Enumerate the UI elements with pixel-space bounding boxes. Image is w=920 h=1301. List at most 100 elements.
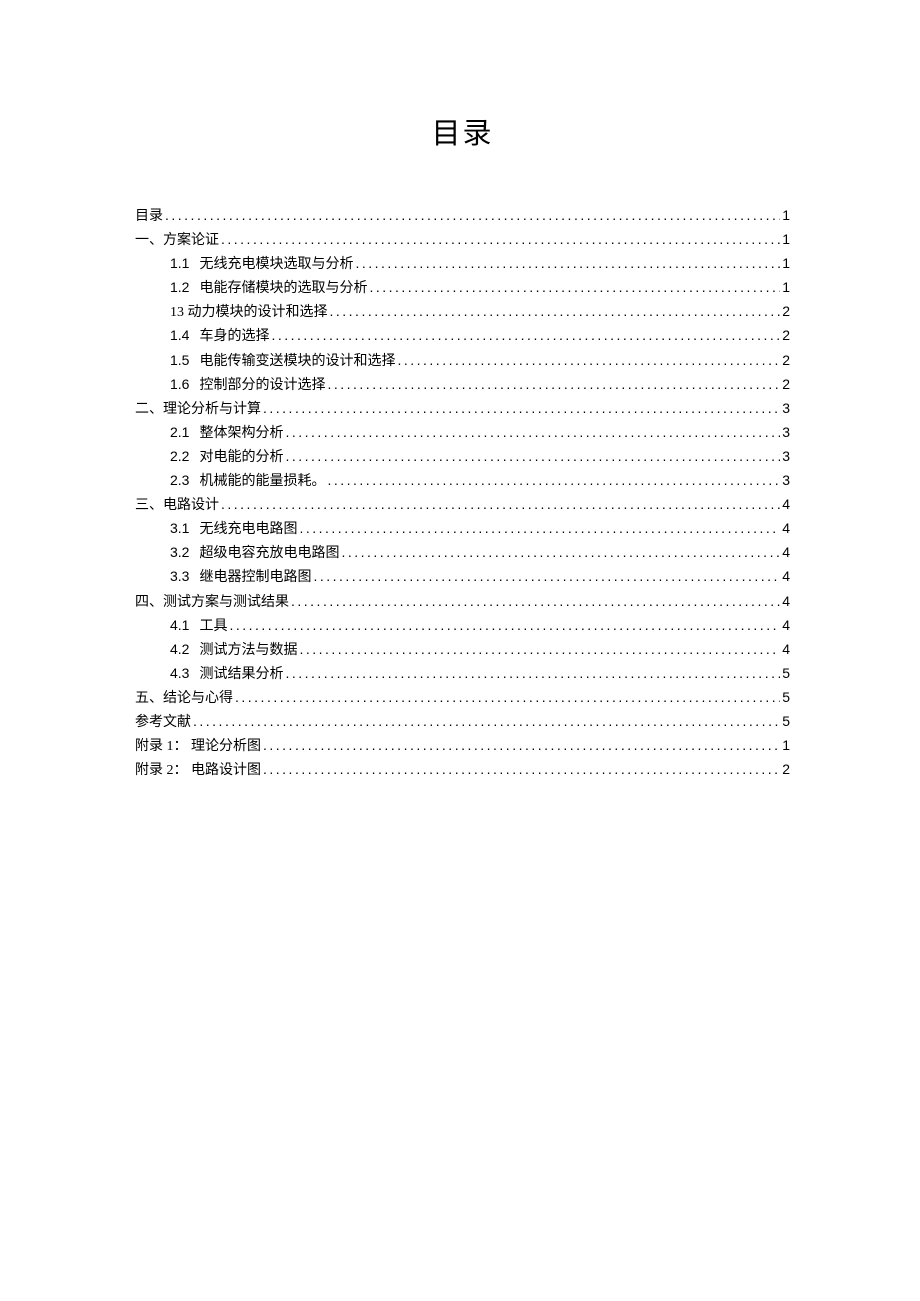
toc-entry-page: 4 [782,517,790,540]
toc-entry-number: 4.2 [170,638,189,661]
toc-entry-text: 目录 [135,205,163,228]
toc-leader-dots [263,734,780,757]
toc-leader-dots [355,252,780,275]
toc-entry-number: 2.3 [170,469,189,492]
toc-leader-dots [341,541,780,564]
toc-entry-number: 2.1 [170,421,189,444]
toc-entry-text: 三、电路设计 [135,494,219,517]
toc-entry: 2.3 机械能的能量损耗。 3 [135,469,790,493]
toc-entry: 4.2 测试方法与数据 4 [135,638,790,662]
toc-entry: 附录 2： 电路设计图 2 [135,758,790,782]
toc-entry-number: 3.3 [170,565,189,588]
toc-entry-number: 3.2 [170,541,189,564]
toc-leader-dots [221,228,780,251]
toc-entry: 3.3 继电器控制电路图 4 [135,565,790,589]
toc-entry-page: 5 [782,710,790,733]
toc-entry: 2.2 对电能的分析 3 [135,445,790,469]
toc-entry-number: 1.1 [170,252,189,275]
toc-entry-text: 控制部分的设计选择 [199,374,325,397]
toc-leader-dots [263,397,780,420]
toc-leader-dots [263,758,780,781]
toc-entry-page: 2 [782,373,790,396]
toc-leader-dots [313,565,780,588]
page-title: 目录 [135,110,790,152]
toc-entry-page: 1 [782,276,790,299]
toc-entry-text: 二、理论分析与计算 [135,398,261,421]
toc-entry-text: 工具 [199,615,227,638]
toc-entry: 四、测试方案与测试结果 4 [135,590,790,614]
toc-entry-text: 无线充电电路图 [199,518,297,541]
toc-entry-page: 1 [782,228,790,251]
toc-entry: 参考文献 5 [135,710,790,734]
toc-leader-dots [229,614,780,637]
toc-entry-page: 3 [782,445,790,468]
toc-entry-page: 2 [782,758,790,781]
toc-entry-page: 4 [782,541,790,564]
toc-entry-number: 1.5 [170,349,189,372]
toc-entry-page: 4 [782,565,790,588]
toc-leader-dots [327,373,780,396]
toc-leader-dots [291,590,780,613]
table-of-contents: 目录1一、方案论证11.1无线充电模块选取与分析11.2电能存储模块的选取与分析… [135,204,790,782]
toc-entry-text: 测试方法与数据 [199,639,297,662]
toc-entry-text: 电能存储模块的选取与分析 [199,277,367,300]
toc-entry-text: 无线充电模块选取与分析 [199,253,353,276]
toc-entry-text: 机械能的能量损耗。 [199,470,325,493]
toc-entry: 三、电路设计 4 [135,493,790,517]
toc-entry: 3.1 无线充电电路图 4 [135,517,790,541]
toc-entry-page: 4 [782,590,790,613]
toc-entry: 二、理论分析与计算 3 [135,397,790,421]
toc-entry: 附录 1： 理论分析图 1 [135,734,790,758]
toc-entry-page: 4 [782,638,790,661]
toc-entry-number: 4.1 [170,614,189,637]
toc-leader-dots [165,204,780,227]
toc-entry: 一、方案论证 1 [135,228,790,252]
toc-entry-number: 1.4 [170,324,189,347]
toc-leader-dots [369,276,780,299]
toc-entry-page: 3 [782,469,790,492]
toc-entry-number: 2.2 [170,445,189,468]
toc-leader-dots [285,662,780,685]
toc-entry-text: 13 动力模块的设计和选择 [170,301,328,324]
toc-entry-page: 3 [782,421,790,444]
toc-entry-text: 附录 1： 理论分析图 [135,735,261,758]
toc-entry-page: 2 [782,324,790,347]
toc-entry-text: 整体架构分析 [199,422,283,445]
toc-entry: 1.6 控制部分的设计选择 2 [135,373,790,397]
toc-entry: 1.2电能存储模块的选取与分析1 [135,276,790,300]
toc-leader-dots [299,517,780,540]
toc-entry-page: 3 [782,397,790,420]
toc-entry-text: 超级电容充放电电路图 [199,542,339,565]
toc-entry: 目录 1 [135,204,790,228]
toc-entry: 1.5 电能传输变送模块的设计和选择 2 [135,349,790,373]
toc-entry-number: 4.3 [170,662,189,685]
toc-entry: 4.1 工具 4 [135,614,790,638]
toc-entry-page: 5 [782,686,790,709]
toc-entry: 五、结论与心得5 [135,686,790,710]
toc-entry-text: 继电器控制电路图 [199,566,311,589]
toc-entry-text: 一、方案论证 [135,229,219,252]
toc-entry-page: 1 [782,734,790,757]
toc-entry-text: 电能传输变送模块的设计和选择 [199,350,395,373]
toc-entry-text: 四、测试方案与测试结果 [135,591,289,614]
toc-leader-dots [299,638,780,661]
toc-entry: 1.4车身的选择2 [135,324,790,348]
toc-entry: 13 动力模块的设计和选择 2 [135,300,790,324]
toc-entry-text: 附录 2： 电路设计图 [135,759,261,782]
toc-entry: 1.1无线充电模块选取与分析1 [135,252,790,276]
toc-leader-dots [271,324,780,347]
toc-entry-page: 2 [782,349,790,372]
toc-entry: 2.1 整体架构分析 3 [135,421,790,445]
toc-entry-page: 1 [782,204,790,227]
toc-entry-text: 测试结果分析 [199,663,283,686]
toc-entry-text: 参考文献 [135,711,191,734]
toc-entry: 4.3测试结果分析5 [135,662,790,686]
toc-entry-text: 对电能的分析 [199,446,283,469]
toc-entry-page: 4 [782,614,790,637]
toc-entry-page: 4 [782,493,790,516]
toc-entry: 3.2 超级电容充放电电路图 4 [135,541,790,565]
toc-entry-number: 3.1 [170,517,189,540]
toc-leader-dots [235,686,780,709]
toc-leader-dots [285,421,780,444]
toc-entry-number: 1.6 [170,373,189,396]
